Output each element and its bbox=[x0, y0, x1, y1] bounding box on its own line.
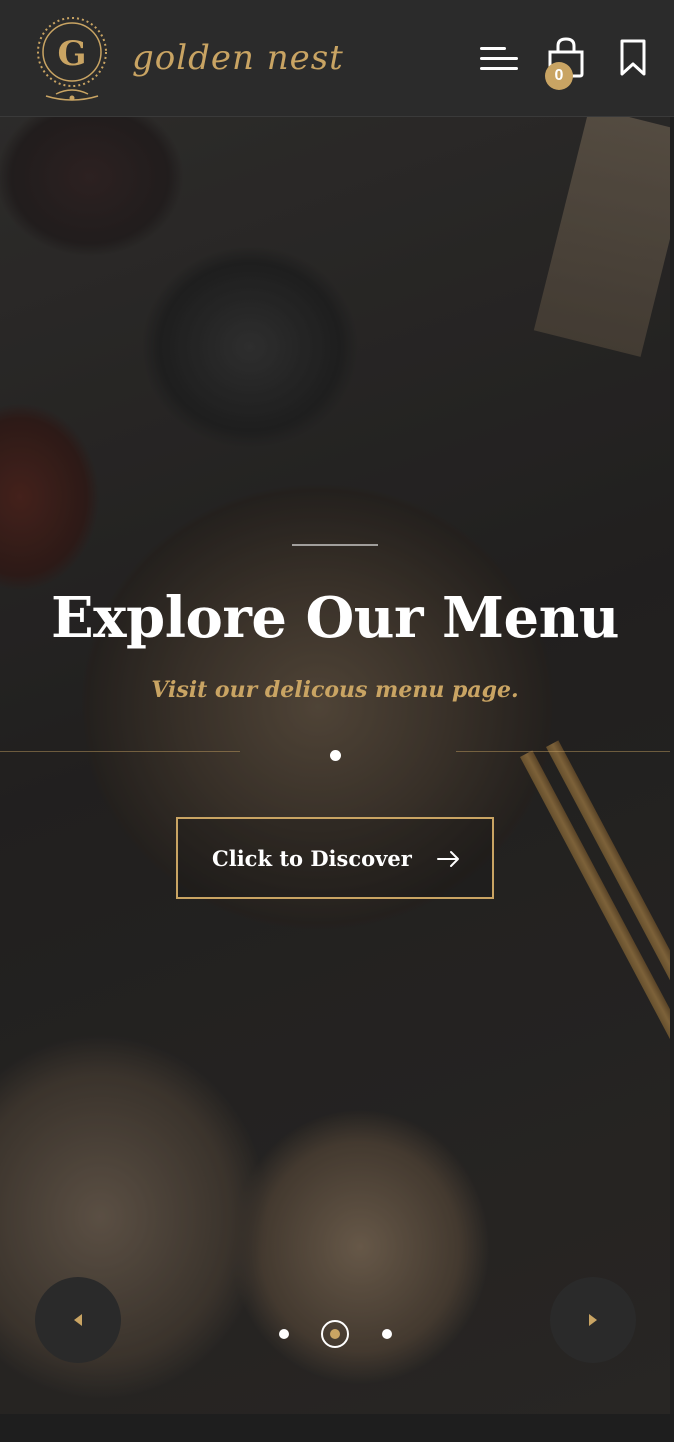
slide-dot-1[interactable] bbox=[279, 1329, 289, 1339]
discover-button-label: Click to Discover bbox=[212, 846, 412, 871]
decorative-dot bbox=[330, 750, 341, 761]
svg-text:G: G bbox=[57, 34, 86, 74]
cart-count-badge: 0 bbox=[545, 62, 573, 90]
discover-button[interactable]: Click to Discover bbox=[176, 817, 494, 899]
title-divider bbox=[292, 544, 378, 546]
bookmark-icon[interactable] bbox=[618, 38, 648, 78]
page-bottom-strip bbox=[0, 1414, 674, 1442]
slide-dot-3[interactable] bbox=[382, 1329, 392, 1339]
brand-name[interactable]: golden nest bbox=[132, 38, 344, 78]
hero-slider: Explore Our Menu Visit our delicous menu… bbox=[0, 117, 670, 1414]
decorative-rule-left bbox=[0, 751, 240, 752]
site-header: G golden nest 0 bbox=[0, 0, 674, 117]
menu-icon[interactable] bbox=[478, 44, 520, 74]
slide-pagination bbox=[0, 1319, 670, 1349]
decorative-rule-right bbox=[456, 751, 670, 752]
hero-title: Explore Our Menu bbox=[50, 585, 620, 651]
logo-emblem-icon[interactable]: G bbox=[26, 12, 118, 104]
arrow-right-icon bbox=[437, 851, 459, 867]
hero-subtitle: Visit our delicous menu page. bbox=[151, 677, 519, 703]
hero-overlay bbox=[0, 117, 670, 1414]
slide-dot-2-active[interactable] bbox=[321, 1320, 349, 1348]
